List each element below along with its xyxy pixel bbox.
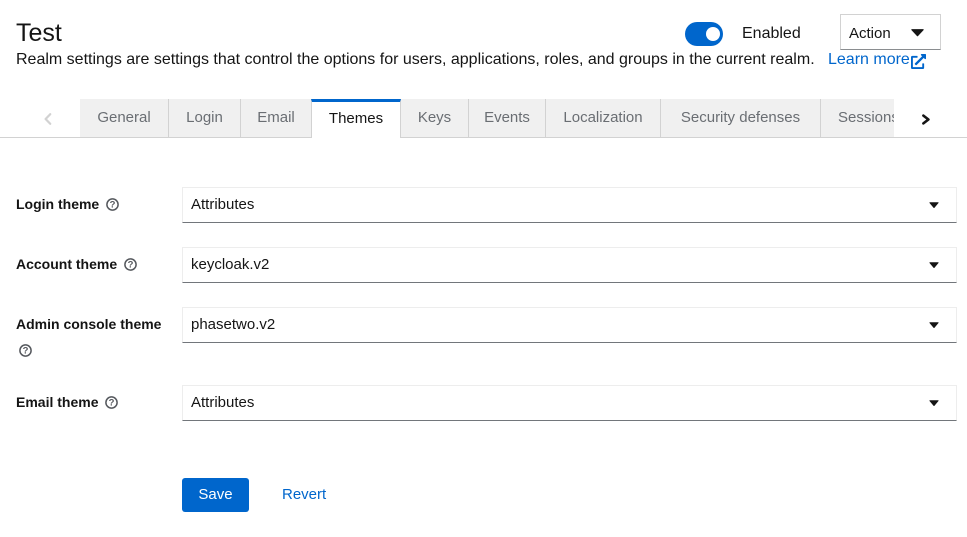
svg-text:?: ? — [23, 346, 29, 357]
svg-text:?: ? — [110, 200, 116, 211]
svg-text:?: ? — [128, 260, 134, 271]
svg-text:?: ? — [109, 398, 115, 409]
